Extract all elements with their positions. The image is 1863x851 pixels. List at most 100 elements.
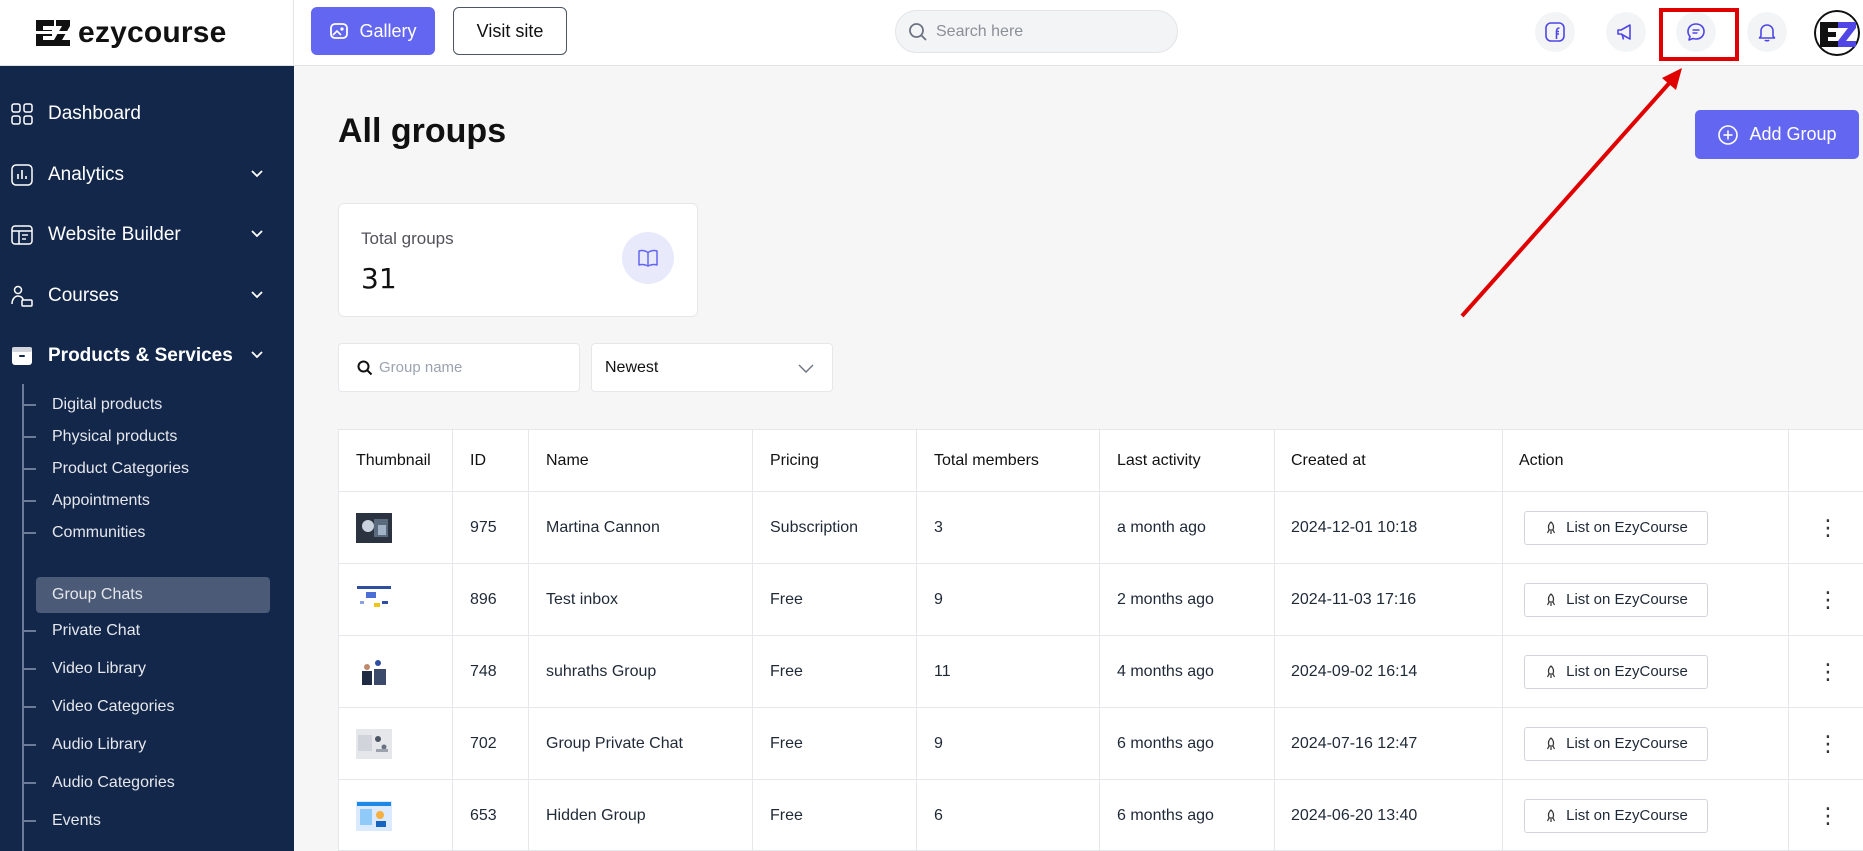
user-avatar[interactable] (1814, 10, 1860, 56)
dashboard-icon (11, 103, 33, 125)
row-menu-button[interactable]: ⋮ (1817, 492, 1839, 563)
thumbnail-image (356, 800, 392, 831)
sidebar-subitem-video-categories[interactable]: Video Categories (22, 689, 270, 725)
gallery-label: Gallery (359, 20, 417, 41)
top-bar: ezycourse Gallery Visit site (0, 0, 1863, 66)
sidebar-item-label: Analytics (48, 164, 125, 185)
box-icon (12, 347, 32, 365)
rocket-icon (1547, 520, 1556, 534)
table-header: Thumbnail ID Name Pricing Total members … (339, 430, 1863, 492)
sidebar-subitem-group-chats[interactable]: Group Chats (36, 577, 270, 613)
thumbnail (356, 636, 392, 707)
sidebar-subitem-private-chat[interactable]: Private Chat (22, 613, 270, 649)
row-menu-button[interactable]: ⋮ (1817, 564, 1839, 635)
total-groups-card: Total groups 31 (338, 203, 698, 317)
table-row[interactable]: 975 Martina Cannon Subscription 3 a mont… (339, 492, 1863, 564)
sidebar-subitem-audio-categories[interactable]: Audio Categories (22, 765, 270, 801)
website-builder-icon (11, 225, 33, 245)
kebab-menu-icon: ⋮ (1817, 586, 1839, 612)
table-row[interactable]: 896 Test inbox Free 9 2 months ago 2024-… (339, 564, 1863, 636)
cell-name: Group Private Chat (546, 734, 683, 752)
cell-action: List on EzyCourse (1524, 492, 1708, 563)
list-label: List on EzyCourse (1566, 591, 1688, 608)
table-row[interactable]: 702 Group Private Chat Free 9 6 months a… (339, 708, 1863, 780)
cell-name: suhraths Group (546, 662, 657, 680)
sort-select[interactable]: Newest (591, 343, 833, 392)
group-name-filter[interactable] (338, 343, 580, 392)
row-menu-button[interactable]: ⋮ (1817, 780, 1839, 851)
stat-value: 31 (361, 262, 397, 295)
list-on-ezycourse-button[interactable]: List on EzyCourse (1524, 654, 1708, 689)
kebab-menu-icon: ⋮ (1817, 802, 1839, 828)
row-menu-button[interactable]: ⋮ (1817, 636, 1839, 707)
list-on-ezycourse-button[interactable]: List on EzyCourse (1524, 726, 1708, 761)
list-on-ezycourse-button[interactable]: List on EzyCourse (1524, 582, 1708, 617)
cell-action: List on EzyCourse (1524, 636, 1708, 707)
search-icon (909, 22, 927, 41)
sort-value: Newest (605, 358, 659, 376)
plus-circle-icon (1718, 124, 1739, 145)
sidebar: Dashboard Analytics Website Builder Cour… (0, 66, 294, 851)
search-icon (357, 360, 373, 375)
logo[interactable]: ezycourse (0, 0, 294, 66)
sidebar-subitem-digital-products[interactable]: Digital products (22, 387, 270, 423)
announcements-button[interactable] (1606, 12, 1646, 52)
sidebar-subitem-product-categories[interactable]: Product Categories (22, 451, 270, 487)
rocket-icon (1547, 664, 1556, 678)
row-menu-button[interactable]: ⋮ (1817, 708, 1839, 779)
thumbnail (356, 780, 392, 851)
groups-table: Thumbnail ID Name Pricing Total members … (338, 429, 1863, 851)
search-bar[interactable] (895, 10, 1178, 53)
group-name-input[interactable] (379, 359, 579, 376)
subitem-label: Group Chats (52, 586, 143, 603)
sidebar-item-products-services[interactable]: Products & Services (0, 327, 294, 385)
cell-created-at: 2024-11-03 17:16 (1291, 590, 1417, 608)
page-title: All groups (338, 112, 507, 150)
sidebar-item-website-builder[interactable]: Website Builder (0, 206, 294, 264)
subitem-label: Communities (52, 524, 146, 541)
sidebar-subitem-audio-library[interactable]: Audio Library (22, 727, 270, 763)
add-group-label: Add Group (1749, 124, 1837, 144)
list-on-ezycourse-button[interactable]: List on EzyCourse (1524, 510, 1708, 545)
rocket-icon (1547, 736, 1556, 750)
list-label: List on EzyCourse (1566, 735, 1688, 752)
sidebar-subitem-video-library[interactable]: Video Library (22, 651, 270, 687)
cell-created-at: 2024-06-20 13:40 (1291, 806, 1418, 824)
open-book-icon (638, 249, 658, 267)
rocket-icon (1547, 592, 1556, 606)
column-header: Thumbnail (356, 452, 431, 469)
sidebar-subitem-events[interactable]: Events (22, 803, 270, 839)
bell-icon (1758, 24, 1776, 42)
search-input[interactable] (936, 22, 1156, 41)
cell-pricing: Subscription (770, 518, 859, 536)
column-header: Action (1519, 452, 1564, 469)
rocket-icon (1547, 808, 1556, 822)
add-group-button[interactable]: Add Group (1695, 110, 1859, 159)
facebook-icon (1545, 22, 1565, 42)
facebook-button[interactable] (1535, 12, 1575, 52)
megaphone-icon (1617, 24, 1631, 40)
cell-members: 11 (934, 662, 951, 680)
cell-id: 975 (470, 518, 497, 536)
cell-id: 653 (470, 806, 497, 824)
table-row[interactable]: 748 suhraths Group Free 11 4 months ago … (339, 636, 1863, 708)
courses-icon (11, 285, 33, 307)
notifications-button[interactable] (1747, 12, 1787, 52)
sidebar-subitem-physical-products[interactable]: Physical products (22, 419, 270, 455)
column-header: Last activity (1117, 452, 1201, 469)
sidebar-item-dashboard[interactable]: Dashboard (0, 85, 294, 143)
cell-action: List on EzyCourse (1524, 564, 1708, 635)
visit-site-button[interactable]: Visit site (453, 7, 567, 55)
sidebar-subitem-communities[interactable]: Communities (22, 515, 270, 551)
gallery-button[interactable]: Gallery (311, 7, 435, 55)
sidebar-item-analytics[interactable]: Analytics (0, 146, 294, 204)
thumbnail-image (356, 656, 392, 687)
cell-members: 6 (934, 806, 943, 824)
sidebar-subitem-appointments[interactable]: Appointments (22, 483, 270, 519)
thumbnail-image (356, 512, 392, 543)
cell-last-activity: 2 months ago (1117, 590, 1214, 608)
sidebar-item-courses[interactable]: Courses (0, 267, 294, 325)
table-row[interactable]: 653 Hidden Group Free 6 6 months ago 202… (339, 780, 1863, 851)
list-on-ezycourse-button[interactable]: List on EzyCourse (1524, 798, 1708, 833)
cell-members: 9 (934, 590, 943, 608)
